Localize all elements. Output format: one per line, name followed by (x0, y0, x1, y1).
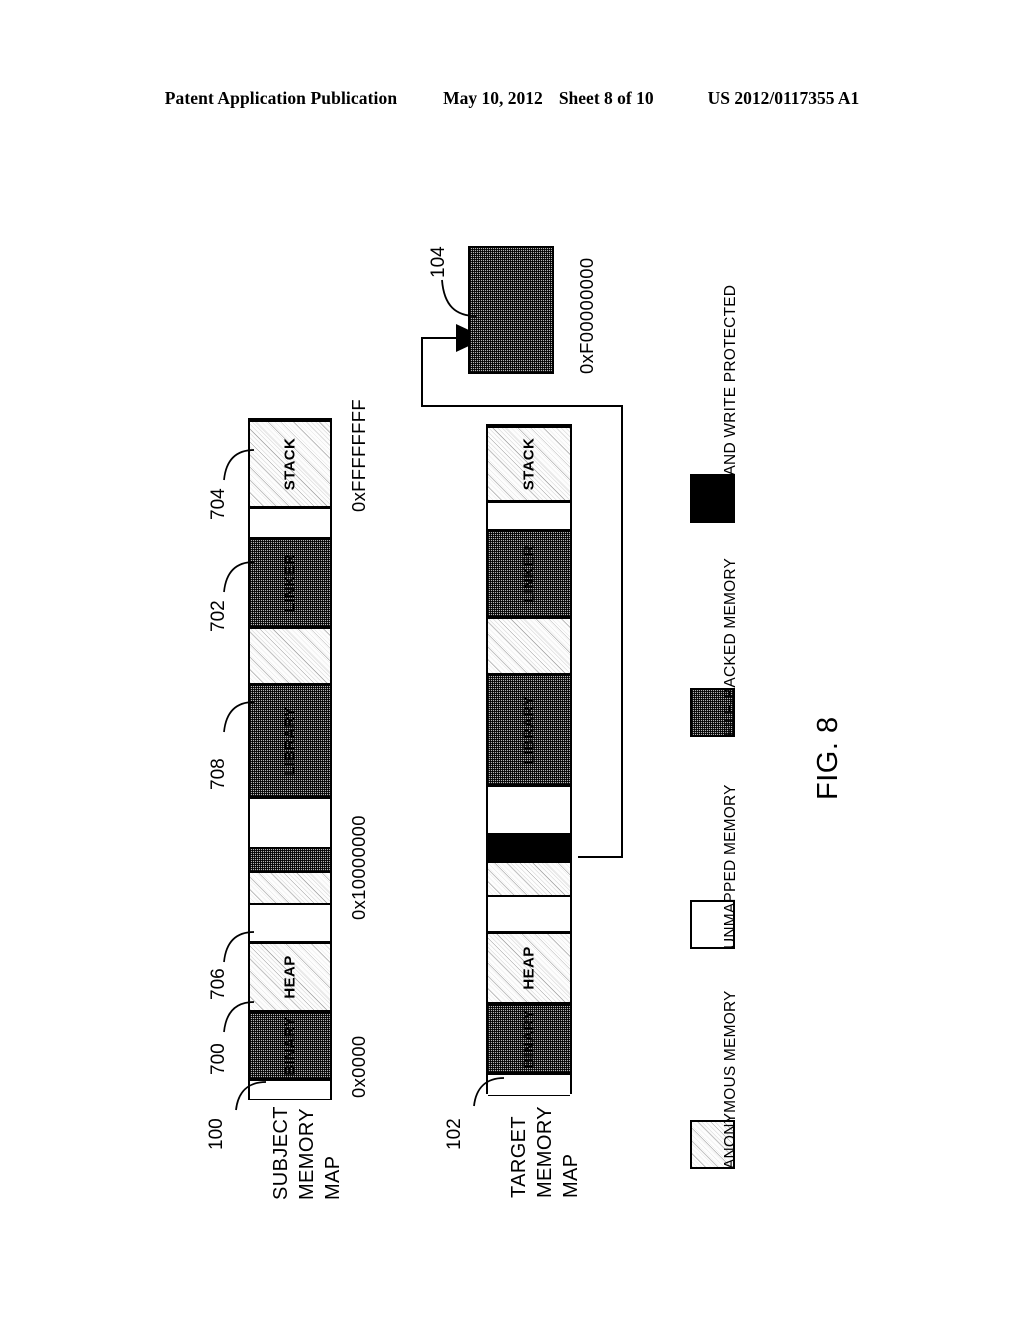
subject-memory-map: BINARY HEAP LIBRARY LINKER STACK (248, 418, 332, 1100)
target-map-leader (473, 1077, 505, 1107)
subject-map-title-line2: MEMORY (296, 1107, 318, 1200)
target-map-title-line2: MEMORY (534, 1105, 556, 1198)
ref-702: 702 (208, 600, 229, 632)
memory-segment-label: STACK (281, 437, 299, 491)
subject-map-ref: 100 (206, 1118, 227, 1150)
legend-label-file: FILE-BACKED MEMORY (722, 557, 739, 737)
ref-704: 704 (208, 488, 229, 520)
ref-706-leader (223, 931, 255, 963)
header-sheet: Sheet 8 of 10 (558, 88, 654, 108)
memory-segment-unmapped (250, 508, 330, 538)
page-header: Patent Application Publication May 10, 2… (0, 88, 1024, 109)
mapped-block-address: 0xF00000000 (576, 257, 597, 374)
memory-segment-heap: HEAP (250, 942, 330, 1012)
subject-address-low: 0x0000 (348, 1035, 369, 1099)
memory-segment-binary: BINARY (250, 1012, 330, 1080)
memory-segment-label: BINARY (281, 1016, 299, 1076)
memory-segment-heap: HEAP (488, 932, 570, 1004)
ref-702-leader (223, 561, 255, 593)
memory-segment-label: HEAP (281, 955, 299, 999)
ref-104: 104 (428, 246, 449, 278)
memory-segment-linker: LINKER (250, 538, 330, 628)
legend-label-protected: READ AND WRITE PROTECTED (722, 284, 739, 523)
header-date: May 10, 2012 (443, 88, 543, 108)
ref-104-leader (441, 279, 477, 317)
header-publication: Patent Application Publication (164, 88, 398, 108)
legend-label-unmapped: UNMAPPED MEMORY (722, 784, 739, 949)
memory-segment-file (250, 848, 330, 872)
memory-segment-label: HEAP (520, 946, 538, 990)
memory-segment-unmapped (488, 896, 570, 932)
memory-segment-label: LINKER (281, 553, 299, 613)
memory-segment-stack: STACK (250, 420, 330, 508)
figure-caption: FIG. 8 (812, 716, 844, 800)
ref-700: 700 (208, 1043, 229, 1075)
memory-segment-label: BINARY (520, 1009, 538, 1069)
memory-segment-library: LIBRARY (250, 684, 330, 798)
memory-segment-unmapped (250, 904, 330, 942)
legend-label-anon: ANONYMOUS MEMORY (722, 990, 739, 1169)
ref-706: 706 (208, 968, 229, 1000)
ref-708: 708 (208, 758, 229, 790)
memory-segment-unmapped (250, 798, 330, 848)
subject-address-mid: 0x10000000 (348, 815, 369, 920)
memory-segment-anon (250, 628, 330, 684)
ref-700-leader (223, 1001, 255, 1033)
subject-map-title-line3: MAP (322, 1155, 344, 1200)
header-patent-number: US 2012/0117355 A1 (707, 88, 860, 108)
protected-to-mapped-connector (421, 324, 623, 858)
mapped-memory-block-104 (468, 246, 554, 374)
target-map-title-line3: MAP (560, 1153, 582, 1198)
memory-segment-label: LIBRARY (281, 706, 299, 776)
ref-704-leader (223, 449, 255, 481)
subject-map-title-line1: SUBJECT (270, 1106, 292, 1200)
ref-708-leader (223, 701, 255, 733)
target-map-ref: 102 (444, 1118, 465, 1150)
target-map-title-line1: TARGET (508, 1115, 530, 1198)
memory-segment-binary: BINARY (488, 1004, 570, 1074)
memory-segment-anon (250, 872, 330, 904)
subject-address-high: 0xFFFFFFFF (348, 399, 369, 512)
subject-map-leader (235, 1081, 267, 1111)
